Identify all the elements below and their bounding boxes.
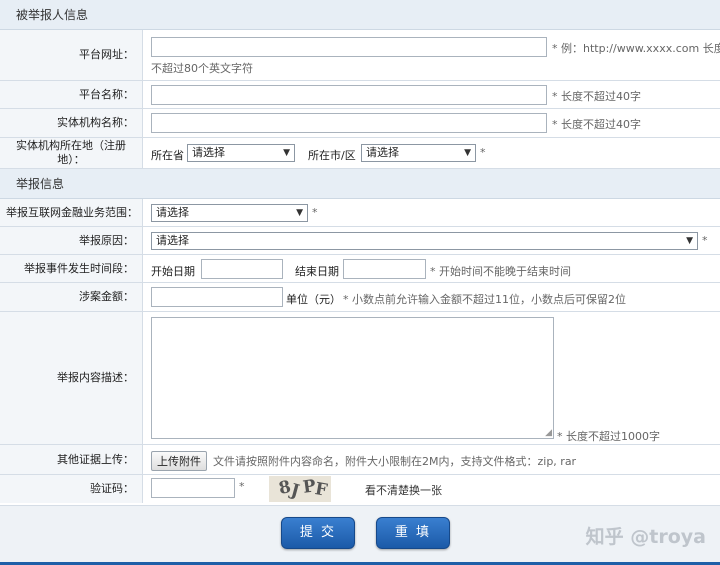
reset-button[interactable]: 重 填 [376, 517, 450, 549]
amount-label: 涉案金额： [0, 283, 143, 311]
row-platform-name: 平台名称： * 长度不超过40字 [0, 81, 720, 109]
platform-url-input[interactable] [151, 37, 547, 57]
province-text: 所在省 [151, 149, 184, 162]
amount-unit: 单位（元） [286, 293, 341, 306]
start-date-input[interactable] [201, 259, 283, 279]
row-description: 举报内容描述： ◢ * 长度不超过1000字 [0, 312, 720, 445]
required-star: * [312, 206, 318, 219]
business-scope-select[interactable]: 请选择 ▼ [151, 204, 308, 222]
upload-hint: 文件请按照附件内容命名，附件大小限制在2M内，支持文件格式：zip, rar [213, 455, 577, 468]
description-label: 举报内容描述： [0, 312, 143, 444]
section-report-info: 举报信息 [0, 169, 720, 199]
row-entity-location: 实体机构所在地（注册地）： 所在省 请选择 ▼ 所在市/区 请选择 ▼ * [0, 138, 720, 169]
business-scope-label: 举报互联网金融业务范围： [0, 199, 143, 226]
row-business-scope: 举报互联网金融业务范围： 请选择 ▼ * [0, 199, 720, 227]
platform-name-input[interactable] [151, 85, 547, 105]
city-select[interactable]: 请选择 ▼ [361, 144, 476, 162]
captcha-image[interactable]: 8 J P F [269, 476, 331, 502]
description-hint: * 长度不超过1000字 [557, 430, 660, 443]
row-upload: 其他证据上传： 上传附件 文件请按照附件内容命名，附件大小限制在2M内，支持文件… [0, 445, 720, 475]
report-form: 被举报人信息 平台网址： * 例：http://www.xxxx.com 长度 … [0, 0, 720, 503]
row-platform-url: 平台网址： * 例：http://www.xxxx.com 长度 不超过80个英… [0, 30, 720, 81]
captcha-label: 验证码： [0, 475, 143, 503]
city-text: 所在市/区 [308, 149, 356, 162]
description-textarea[interactable]: ◢ [151, 317, 554, 439]
event-period-hint: * 开始时间不能晚于结束时间 [430, 265, 571, 278]
section-title: 举报信息 [16, 177, 65, 191]
required-star: * [702, 234, 708, 247]
report-reason-select[interactable]: 请选择 ▼ [151, 232, 698, 250]
upload-attachment-button[interactable]: 上传附件 [151, 451, 207, 471]
resize-grip-icon[interactable]: ◢ [545, 428, 552, 438]
amount-input[interactable] [151, 287, 283, 307]
row-captcha: 验证码： * 8 J P F 看不清楚换一张 [0, 475, 720, 503]
required-star: * [239, 480, 245, 493]
chevron-down-icon: ▼ [686, 236, 693, 246]
platform-url-hint-2: 不超过80个英文字符 [151, 62, 253, 75]
platform-url-label: 平台网址： [0, 30, 143, 80]
end-date-text: 结束日期 [295, 265, 339, 278]
entity-name-label: 实体机构名称： [0, 109, 143, 137]
chevron-down-icon: ▼ [283, 148, 290, 158]
watermark: 知乎 @troya [585, 526, 706, 548]
captcha-refresh-link[interactable]: 看不清楚换一张 [365, 482, 442, 498]
province-select[interactable]: 请选择 ▼ [187, 144, 295, 162]
event-period-label: 举报事件发生时间段： [0, 255, 143, 282]
row-report-reason: 举报原因： 请选择 ▼ * [0, 227, 720, 255]
entity-name-hint: * 长度不超过40字 [552, 118, 641, 131]
report-reason-label: 举报原因： [0, 227, 143, 254]
row-amount: 涉案金额： 单位（元） * 小数点前允许输入金额不超过11位，小数点后可保留2位 [0, 283, 720, 312]
section-title: 被举报人信息 [16, 8, 89, 22]
required-star: * [480, 146, 486, 159]
form-footer: 提 交 重 填 知乎 @troya [0, 505, 720, 565]
upload-label: 其他证据上传： [0, 445, 143, 474]
section-reported-info: 被举报人信息 [0, 0, 720, 30]
captcha-input[interactable] [151, 478, 235, 498]
row-event-period: 举报事件发生时间段： 开始日期 结束日期 * 开始时间不能晚于结束时间 [0, 255, 720, 283]
entity-name-input[interactable] [151, 113, 547, 133]
start-date-text: 开始日期 [151, 265, 195, 278]
amount-hint: * 小数点前允许输入金额不超过11位，小数点后可保留2位 [343, 293, 626, 306]
platform-name-hint: * 长度不超过40字 [552, 90, 641, 103]
entity-location-label: 实体机构所在地（注册地）： [0, 138, 143, 168]
row-entity-name: 实体机构名称： * 长度不超过40字 [0, 109, 720, 138]
chevron-down-icon: ▼ [464, 148, 471, 158]
chevron-down-icon: ▼ [296, 208, 303, 218]
end-date-input[interactable] [343, 259, 426, 279]
submit-button[interactable]: 提 交 [281, 517, 355, 549]
platform-name-label: 平台名称： [0, 81, 143, 108]
platform-url-hint: * 例：http://www.xxxx.com 长度 [552, 42, 720, 55]
